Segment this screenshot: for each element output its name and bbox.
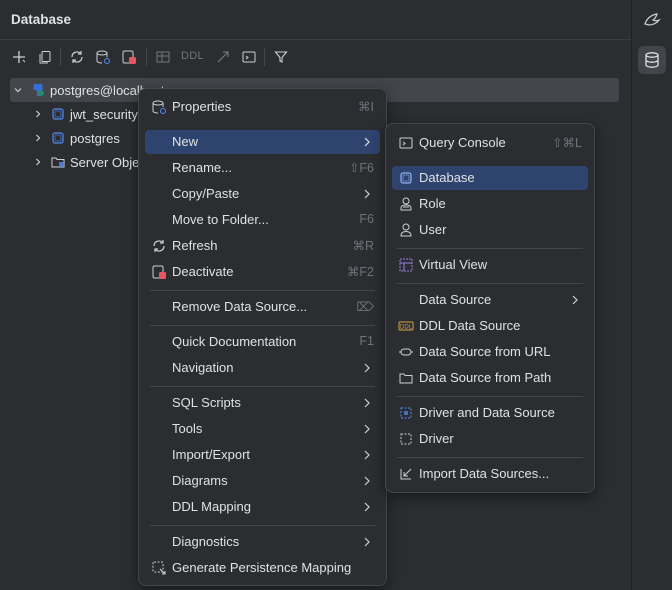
database-icon (398, 170, 414, 186)
user-icon (398, 222, 414, 238)
data-source-properties-icon[interactable] (92, 46, 114, 68)
menu-separator (150, 290, 375, 291)
database-icon (50, 106, 66, 122)
chevron-right-icon[interactable] (30, 154, 46, 170)
tree-item-label: postgres (70, 130, 120, 146)
svg-text:DDL: DDL (400, 325, 413, 331)
ddl-icon: DDL (398, 318, 414, 334)
submenu-item-import-data-sources[interactable]: Import Data Sources... (392, 462, 588, 486)
chevron-right-icon[interactable] (30, 106, 46, 122)
filter-icon[interactable] (270, 46, 292, 68)
chevron-right-icon (362, 361, 372, 375)
chevron-right-icon (362, 535, 372, 549)
persistence-icon (151, 560, 167, 576)
submenu-item-query-console[interactable]: Query Console ⇧⌘L (392, 131, 588, 155)
menu-item-sql-scripts[interactable]: SQL Scripts (145, 391, 380, 415)
submenu-item-driver-and-data-source[interactable]: Driver and Data Source (392, 401, 588, 425)
import-icon (398, 466, 414, 482)
copy-icon[interactable] (34, 46, 56, 68)
submenu-item-data-source-from-path[interactable]: Data Source from Path (392, 366, 588, 390)
submenu-item-role[interactable]: Role (392, 192, 588, 216)
ddl-button[interactable]: DDL (181, 50, 204, 62)
chevron-right-icon (362, 187, 372, 201)
url-icon (398, 344, 414, 360)
menu-item-tools[interactable]: Tools (145, 417, 380, 441)
context-menu: Properties ⌘I New Rename... ⇧F6 Copy/Pas… (138, 88, 387, 586)
menu-item-new[interactable]: New (145, 130, 380, 154)
menu-item-diagnostics[interactable]: Diagnostics (145, 530, 380, 554)
chevron-right-icon (362, 500, 372, 514)
refresh-icon[interactable] (66, 46, 88, 68)
database-tool-icon[interactable] (638, 46, 666, 74)
menu-item-diagrams[interactable]: Diagrams (145, 469, 380, 493)
submenu-item-database[interactable]: Database (392, 166, 588, 190)
menu-separator (397, 248, 583, 249)
menu-item-rename[interactable]: Rename... ⇧F6 (145, 156, 380, 180)
jump-to-icon[interactable] (212, 46, 234, 68)
postgres-icon (30, 82, 46, 98)
deactivate-icon[interactable] (118, 46, 140, 68)
menu-item-refresh[interactable]: Refresh ⌘R (145, 234, 380, 258)
ai-assistant-icon[interactable] (638, 6, 666, 34)
virtual-view-icon (398, 257, 414, 273)
console-icon (398, 135, 414, 151)
menu-separator (150, 325, 375, 326)
menu-item-move-to-folder[interactable]: Move to Folder... F6 (145, 208, 380, 232)
chevron-right-icon (362, 474, 372, 488)
chevron-right-icon (570, 293, 580, 307)
chevron-right-icon (362, 422, 372, 436)
chevron-right-icon (362, 448, 372, 462)
menu-item-ddl-mapping[interactable]: DDL Mapping (145, 495, 380, 519)
menu-item-generate-persistence-mapping[interactable]: Generate Persistence Mapping (145, 556, 380, 580)
submenu-item-ddl-data-source[interactable]: DDL DDL Data Source (392, 314, 588, 338)
submenu-item-user[interactable]: User (392, 218, 588, 242)
driver-icon (398, 431, 414, 447)
menu-separator (397, 396, 583, 397)
menu-item-quick-documentation[interactable]: Quick Documentation F1 (145, 330, 380, 354)
submenu-item-driver[interactable]: Driver (392, 427, 588, 451)
console-icon[interactable] (238, 46, 260, 68)
menu-item-navigation[interactable]: Navigation (145, 356, 380, 380)
tool-window-header: Database (0, 0, 631, 40)
tree-item-postgres[interactable]: postgres (30, 126, 120, 150)
right-tool-strip (631, 0, 672, 590)
database-toolbar: DDL (0, 42, 631, 72)
menu-item-copy-paste[interactable]: Copy/Paste (145, 182, 380, 206)
driver-datasource-icon (398, 405, 414, 421)
menu-separator (397, 457, 583, 458)
chevron-right-icon[interactable] (30, 130, 46, 146)
properties-icon (151, 99, 167, 115)
menu-item-import-export[interactable]: Import/Export (145, 443, 380, 467)
role-icon (398, 196, 414, 212)
refresh-icon (151, 238, 167, 254)
tree-item-jwt-security[interactable]: jwt_security (30, 102, 138, 126)
menu-item-properties[interactable]: Properties ⌘I (145, 95, 380, 119)
tool-window-title: Database (11, 12, 72, 27)
new-submenu: Query Console ⇧⌘L Database Role User Vir… (385, 123, 595, 493)
menu-item-deactivate[interactable]: Deactivate ⌘F2 (145, 260, 380, 284)
database-icon (50, 130, 66, 146)
chevron-down-icon[interactable] (10, 82, 26, 98)
deactivate-icon (151, 264, 167, 280)
menu-separator (397, 283, 583, 284)
submenu-item-data-source-from-url[interactable]: Data Source from URL (392, 340, 588, 364)
folder-icon (398, 370, 414, 386)
menu-item-remove-data-source[interactable]: Remove Data Source... ⌦ (145, 295, 380, 319)
menu-separator (150, 525, 375, 526)
table-icon[interactable] (152, 46, 174, 68)
server-folder-icon (50, 154, 66, 170)
tree-item-label: jwt_security (70, 106, 138, 122)
submenu-item-virtual-view[interactable]: Virtual View (392, 253, 588, 277)
chevron-right-icon (362, 396, 372, 410)
submenu-item-data-source[interactable]: Data Source (392, 288, 588, 312)
chevron-right-icon (362, 135, 372, 149)
add-icon[interactable] (8, 46, 30, 68)
menu-separator (150, 386, 375, 387)
